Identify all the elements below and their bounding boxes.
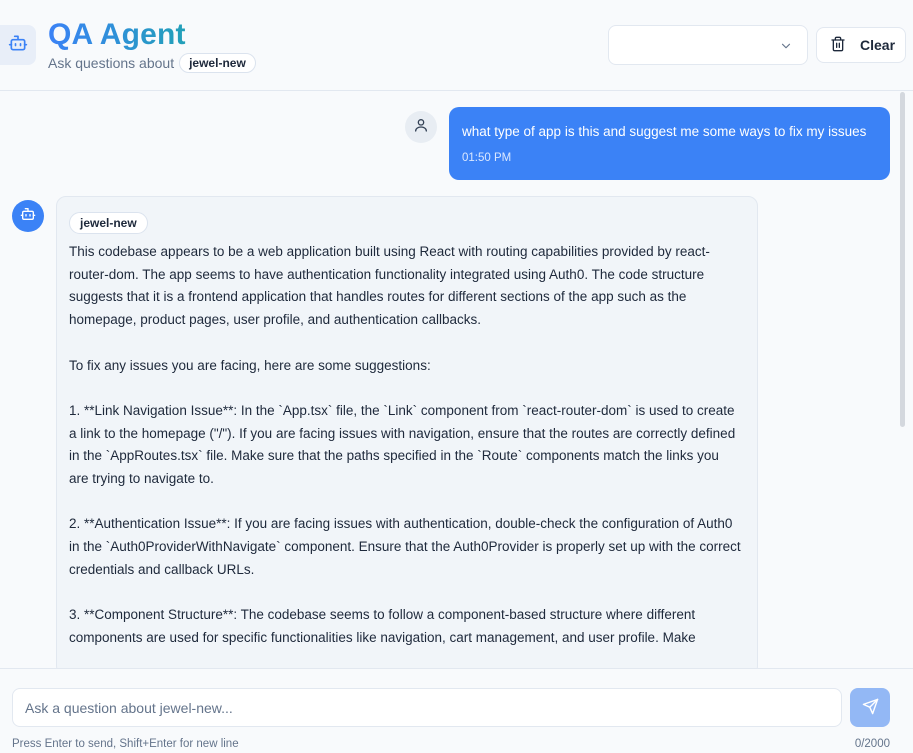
user-message-text: what type of app is this and suggest me … xyxy=(462,124,867,139)
chevron-down-icon xyxy=(779,39,793,58)
repo-badge: jewel-new xyxy=(179,53,256,73)
composer-hint: Press Enter to send, Shift+Enter for new… xyxy=(12,738,239,750)
composer: Press Enter to send, Shift+Enter for new… xyxy=(0,668,913,753)
app-subtitle: Ask questions about jewel-new xyxy=(48,52,256,74)
app-title: QA Agent xyxy=(48,18,186,51)
subtitle-text: Ask questions about xyxy=(48,55,175,71)
clear-button-label: Clear xyxy=(860,37,896,53)
user-message-time: 01:50 PM xyxy=(462,152,512,164)
bot-icon xyxy=(8,33,28,58)
question-input[interactable] xyxy=(12,688,842,727)
logo-badge xyxy=(0,25,36,65)
user-avatar xyxy=(405,111,437,143)
chat-scrollbar[interactable] xyxy=(897,92,907,667)
user-message: what type of app is this and suggest me … xyxy=(449,107,890,180)
bot-icon xyxy=(20,206,36,227)
user-icon xyxy=(413,117,429,138)
assistant-avatar xyxy=(12,200,44,232)
trash-icon xyxy=(830,36,846,55)
assistant-message: jewel-new This codebase appears to be a … xyxy=(56,196,758,676)
model-select[interactable] xyxy=(608,25,808,65)
send-icon xyxy=(862,698,879,718)
assistant-message-text: This codebase appears to be a web applic… xyxy=(69,244,741,645)
assistant-repo-badge: jewel-new xyxy=(69,212,148,234)
app-header: QA Agent Ask questions about jewel-new C… xyxy=(0,0,913,91)
send-button[interactable] xyxy=(850,688,890,727)
character-counter: 0/2000 xyxy=(854,738,890,750)
scrollbar-thumb[interactable] xyxy=(900,92,905,427)
clear-button[interactable]: Clear xyxy=(816,27,906,63)
